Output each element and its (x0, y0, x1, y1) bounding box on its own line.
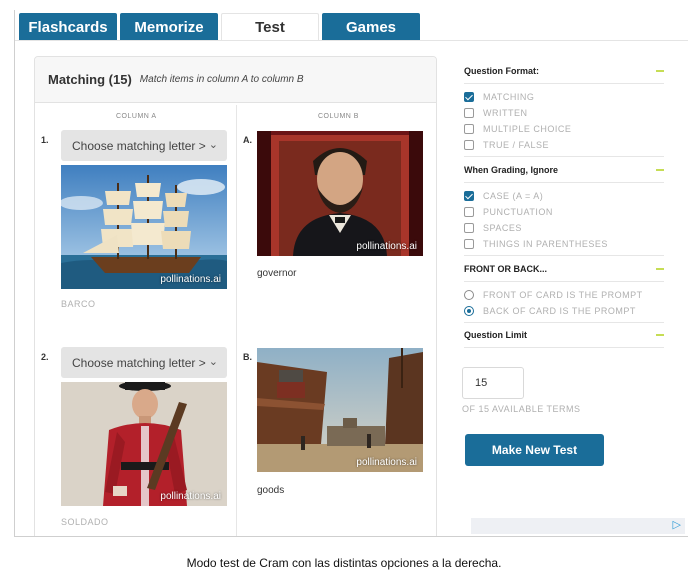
grading-option-spaces[interactable]: SPACES (464, 221, 522, 234)
matching-instructions: Match items in column A to column B (139, 74, 304, 85)
matching-header: Matching (15) Match items in column A to… (35, 57, 436, 103)
divider (464, 347, 664, 348)
matching-title: Matching (15) (48, 72, 132, 87)
tab-test[interactable]: Test (221, 13, 319, 41)
checkbox-icon[interactable] (464, 107, 474, 118)
available-terms-text: OF 15 AVAILABLE TERMS (462, 404, 581, 414)
matching-panel: Matching (15) Match items in column A to… (34, 56, 437, 536)
format-option-matching[interactable]: MATCHING (464, 90, 534, 103)
governor-portrait-image: pollinations.ai (257, 131, 423, 256)
option-label: BACK OF CARD IS THE PROMPT (483, 305, 636, 316)
ad-choices-icon[interactable]: ▷ (673, 518, 681, 531)
image-watermark: pollinations.ai (356, 457, 417, 468)
divider (464, 322, 664, 323)
match-select-2[interactable]: Choose matching letter > ⌄ (61, 347, 227, 378)
tab-divider (15, 40, 688, 41)
format-option-written[interactable]: WRITTEN (464, 106, 528, 119)
option-label: MATCHING (483, 91, 535, 102)
question-limit-input[interactable]: 15 (462, 367, 524, 399)
option-label: FRONT OF CARD IS THE PROMPT (483, 289, 643, 300)
soldier-image: pollinations.ai (61, 382, 227, 506)
section-title: Question Format: (464, 66, 540, 76)
section-title: When Grading, Ignore (464, 165, 558, 175)
match-select-1[interactable]: Choose matching letter > ⌄ (61, 130, 227, 161)
option-label: MULTIPLE CHOICE (483, 123, 572, 134)
grading-option-parentheses[interactable]: THINGS IN PARENTHESES (464, 237, 608, 250)
section-title: FRONT OR BACK... (464, 264, 547, 274)
checkbox-icon[interactable] (464, 206, 474, 217)
answer-letter: A. (243, 135, 252, 145)
answer-word: governor (257, 268, 297, 279)
tab-memorize[interactable]: Memorize (120, 13, 218, 41)
ad-banner[interactable]: ▷ (471, 518, 685, 534)
item-number: 2. (41, 352, 49, 362)
collapse-icon[interactable] (656, 268, 664, 270)
prompt-option-back[interactable]: BACK OF CARD IS THE PROMPT (464, 304, 636, 317)
select-value: Choose matching letter > (72, 138, 206, 153)
prompt-option-front[interactable]: FRONT OF CARD IS THE PROMPT (464, 288, 643, 301)
format-option-multiple-choice[interactable]: MULTIPLE CHOICE (464, 122, 571, 135)
checkbox-icon[interactable] (464, 139, 474, 150)
grading-option-case[interactable]: CASE (A = A) (464, 189, 543, 202)
checkbox-icon[interactable] (464, 91, 474, 102)
image-watermark: pollinations.ai (356, 241, 417, 252)
option-label: CASE (A = A) (483, 190, 544, 201)
radio-icon[interactable] (464, 305, 474, 316)
question-format-header[interactable]: Question Format: (464, 66, 664, 76)
divider (464, 83, 664, 84)
divider (464, 255, 664, 256)
item-number: 1. (41, 135, 49, 145)
divider (464, 281, 664, 282)
column-b-label: COLUMN B (318, 113, 359, 120)
limit-value: 15 (475, 377, 488, 389)
option-label: PUNCTUATION (483, 206, 553, 217)
divider (464, 156, 664, 157)
prompt-word: SOLDADO (61, 517, 109, 527)
checkbox-icon[interactable] (464, 123, 474, 134)
tab-flashcards[interactable]: Flashcards (19, 13, 117, 41)
select-value: Choose matching letter > (72, 355, 206, 370)
column-a-label: COLUMN A (116, 113, 157, 120)
collapse-icon[interactable] (656, 334, 664, 336)
format-option-true-false[interactable]: TRUE / FALSE (464, 138, 549, 151)
chevron-down-icon: ⌄ (208, 139, 218, 151)
column-divider (236, 105, 237, 536)
option-label: THINGS IN PARENTHESES (483, 238, 608, 249)
sailing-ship-image: pollinations.ai (61, 165, 227, 289)
grading-header[interactable]: When Grading, Ignore (464, 165, 664, 175)
option-label: TRUE / FALSE (483, 139, 550, 150)
chevron-down-icon: ⌄ (208, 356, 218, 368)
radio-icon[interactable] (464, 289, 474, 300)
checkbox-icon[interactable] (464, 222, 474, 233)
tab-bar: Flashcards Memorize Test Games (19, 13, 423, 41)
cargo-dock-image: pollinations.ai (257, 348, 423, 472)
answer-letter: B. (243, 352, 252, 362)
option-label: SPACES (483, 222, 522, 233)
collapse-icon[interactable] (656, 169, 664, 171)
checkbox-icon[interactable] (464, 190, 474, 201)
front-back-header[interactable]: FRONT OR BACK... (464, 264, 664, 274)
grading-option-punctuation[interactable]: PUNCTUATION (464, 205, 553, 218)
question-limit-header[interactable]: Question Limit (464, 330, 664, 340)
checkbox-icon[interactable] (464, 238, 474, 249)
answer-word: goods (257, 485, 285, 496)
make-new-test-button[interactable]: Make New Test (465, 434, 604, 466)
app-frame: Flashcards Memorize Test Games Matching … (14, 10, 688, 537)
prompt-word: BARCO (61, 299, 96, 309)
figure-caption: Modo test de Cram con las distintas opci… (186, 556, 502, 570)
tab-games[interactable]: Games (322, 13, 420, 41)
option-label: WRITTEN (483, 107, 528, 118)
section-title: Question Limit (464, 330, 527, 340)
divider (464, 182, 664, 183)
collapse-icon[interactable] (656, 70, 664, 72)
image-watermark: pollinations.ai (160, 274, 221, 285)
image-watermark: pollinations.ai (160, 491, 221, 502)
